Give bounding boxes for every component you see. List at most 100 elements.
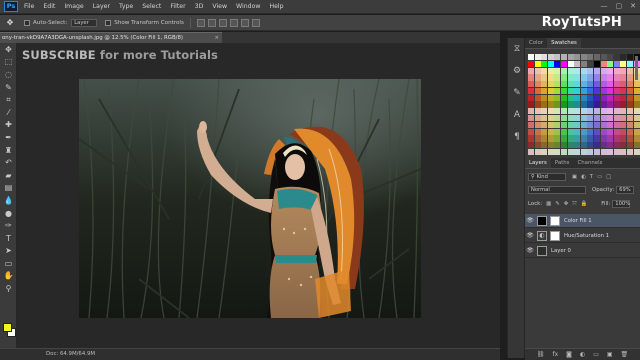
trash-icon[interactable]: 🗑 [621, 351, 629, 358]
swatch[interactable] [560, 148, 567, 156]
swatch[interactable] [600, 94, 607, 101]
swatch[interactable] [574, 115, 581, 122]
swatch[interactable] [593, 115, 600, 122]
swatch[interactable] [626, 74, 633, 81]
swatch[interactable] [547, 121, 554, 128]
swatch[interactable] [528, 128, 534, 135]
auto-select-option[interactable]: Auto-Select: [24, 19, 67, 26]
gradient-tool-icon[interactable]: ▤ [0, 182, 17, 195]
swatch[interactable] [593, 128, 600, 135]
eyedropper-tool-icon[interactable]: ⁄ [0, 106, 17, 119]
swatch[interactable] [587, 108, 594, 115]
swatch[interactable] [547, 142, 554, 149]
swatch[interactable] [547, 148, 554, 156]
swatch[interactable] [620, 108, 627, 115]
swatch[interactable] [574, 148, 581, 156]
kind-filter-dropdown[interactable]: ⚲ Kind [528, 173, 566, 181]
new-layer-icon[interactable]: ▣ [607, 351, 613, 358]
swatch[interactable] [620, 54, 627, 61]
swatch[interactable] [580, 81, 587, 88]
menu-window[interactable]: Window [236, 3, 260, 10]
swatch[interactable] [567, 81, 574, 88]
swatch[interactable] [633, 108, 640, 115]
swatch[interactable] [600, 115, 607, 122]
swatch[interactable] [580, 94, 587, 101]
swatch[interactable] [587, 87, 594, 95]
swatch[interactable] [580, 87, 587, 95]
swatch[interactable] [593, 135, 600, 142]
swatch[interactable] [600, 135, 607, 142]
swatch[interactable] [620, 67, 627, 74]
swatch[interactable] [593, 54, 600, 61]
swatch[interactable] [626, 54, 633, 61]
swatch[interactable] [534, 108, 541, 115]
swatch[interactable] [620, 101, 627, 108]
menu-help[interactable]: Help [269, 3, 283, 10]
swatch[interactable] [620, 128, 627, 135]
brush-panel-icon[interactable]: ✎ [508, 82, 526, 104]
swatch[interactable] [528, 67, 534, 74]
swatch[interactable] [560, 94, 567, 101]
swatch[interactable] [547, 81, 554, 88]
swatch[interactable] [534, 135, 541, 142]
swatch[interactable] [593, 148, 600, 156]
swatch[interactable] [554, 54, 561, 61]
swatch[interactable] [587, 67, 594, 74]
fill-input[interactable]: 100% [612, 200, 631, 208]
folder-icon[interactable]: ▭ [593, 351, 599, 358]
minimize-button[interactable]: — [601, 2, 608, 10]
swatch[interactable] [541, 128, 548, 135]
swatch[interactable] [580, 148, 587, 156]
tab-paths[interactable]: Paths [551, 158, 574, 168]
swatch[interactable] [547, 87, 554, 95]
swatch[interactable] [534, 67, 541, 74]
auto-select-dropdown[interactable]: Layer [71, 18, 98, 27]
swatch[interactable] [567, 121, 574, 128]
swatch[interactable] [574, 81, 581, 88]
swatch[interactable] [567, 128, 574, 135]
properties-panel-icon[interactable]: ⚙ [508, 60, 526, 82]
swatch[interactable] [560, 67, 567, 74]
blur-tool-icon[interactable]: 💧 [0, 194, 17, 207]
transform-controls-checkbox[interactable] [105, 19, 112, 26]
swatch[interactable] [633, 81, 640, 88]
transform-controls-option[interactable]: Show Transform Controls [105, 19, 184, 26]
swatch[interactable] [567, 54, 574, 61]
swatch[interactable] [613, 148, 620, 156]
swatch[interactable] [567, 108, 574, 115]
close-tab-icon[interactable]: × [214, 33, 219, 43]
swatch[interactable] [547, 60, 554, 67]
swatch[interactable] [574, 142, 581, 149]
swatch[interactable] [554, 74, 561, 81]
swatch[interactable] [600, 148, 607, 156]
align-top-icon[interactable] [196, 18, 205, 27]
visibility-eye-icon[interactable]: 👁 [525, 247, 535, 254]
swatch[interactable] [567, 135, 574, 142]
swatch[interactable] [534, 74, 541, 81]
crop-tool-icon[interactable]: ⌗ [0, 93, 17, 106]
swatch[interactable] [626, 142, 633, 149]
swatch[interactable] [560, 87, 567, 95]
swatch[interactable] [554, 142, 561, 149]
layer-0[interactable]: 👁 Layer 0 [525, 244, 640, 258]
swatch[interactable] [607, 94, 614, 101]
swatch[interactable] [528, 101, 534, 108]
swatch[interactable] [600, 81, 607, 88]
swatch[interactable] [567, 87, 574, 95]
swatch[interactable] [580, 101, 587, 108]
swatch[interactable] [528, 54, 534, 61]
swatch[interactable] [620, 121, 627, 128]
swatch[interactable] [620, 87, 627, 95]
swatch[interactable] [587, 142, 594, 149]
swatch[interactable] [528, 142, 534, 149]
swatch[interactable] [593, 67, 600, 74]
swatch[interactable] [574, 54, 581, 61]
swatch[interactable] [560, 81, 567, 88]
swatch[interactable] [593, 101, 600, 108]
swatch[interactable] [587, 128, 594, 135]
swatch[interactable] [547, 67, 554, 74]
swatch[interactable] [626, 148, 633, 156]
swatch[interactable] [600, 54, 607, 61]
history-brush-tool-icon[interactable]: ↶ [0, 156, 17, 169]
maximize-button[interactable]: ▢ [616, 2, 623, 10]
